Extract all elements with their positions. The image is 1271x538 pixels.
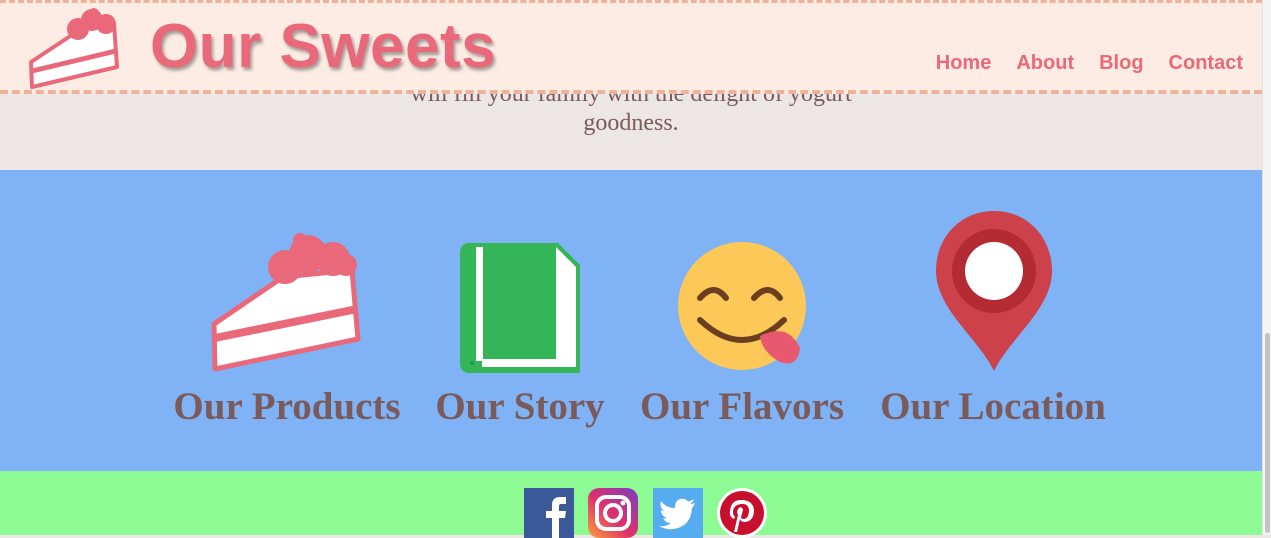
facebook-icon[interactable]	[524, 488, 574, 538]
scrollbar-thumb[interactable]	[1265, 333, 1270, 533]
feature-label-story: Our Story	[435, 385, 605, 428]
twitter-icon[interactable]	[653, 488, 703, 538]
tongue-smiley-icon	[678, 242, 806, 370]
instagram-icon[interactable]	[588, 488, 638, 538]
intro-text-line-2: goodness.	[583, 110, 679, 136]
vertical-scrollbar[interactable]	[1262, 0, 1271, 535]
cake-slice-icon	[211, 233, 361, 372]
cake-slice-icon[interactable]	[26, 7, 124, 93]
main-nav: Home About Blog Contact	[936, 52, 1243, 75]
social-footer	[0, 471, 1262, 538]
nav-about[interactable]: About	[1016, 52, 1074, 75]
nav-contact[interactable]: Contact	[1169, 52, 1243, 75]
feature-label-location: Our Location	[880, 385, 1106, 428]
nav-blog[interactable]: Blog	[1099, 52, 1143, 75]
features-section: Our Products Our Story Our Flavors Our L…	[0, 170, 1262, 471]
feature-label-products: Our Products	[173, 385, 401, 428]
nav-home[interactable]: Home	[936, 52, 992, 75]
site-title[interactable]: Our Sweets	[150, 5, 496, 89]
feature-label-flavors: Our Flavors	[639, 385, 845, 428]
site-header: Our Sweets Home About Blog Contact	[0, 0, 1262, 94]
pinterest-icon[interactable]	[717, 488, 767, 538]
book-icon	[460, 243, 580, 373]
map-pin-icon	[936, 211, 1052, 371]
